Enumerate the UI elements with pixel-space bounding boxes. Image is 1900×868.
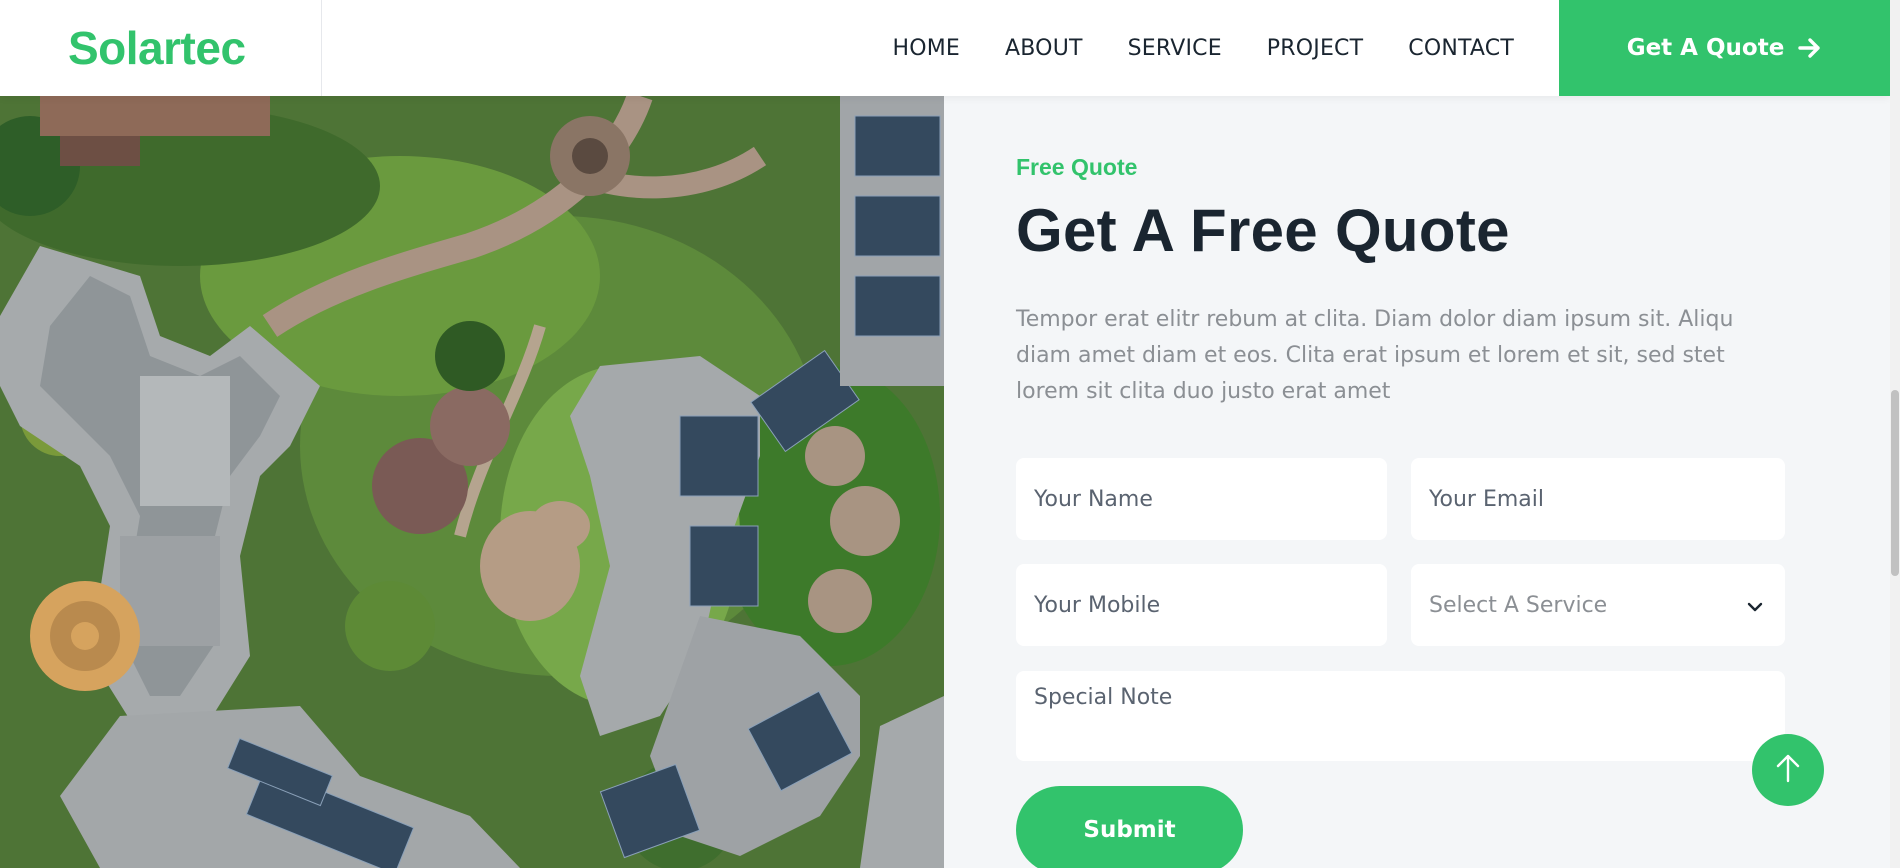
chevron-down-icon	[1747, 593, 1763, 618]
submit-button[interactable]: Submit	[1016, 786, 1243, 868]
special-note-textarea[interactable]	[1016, 671, 1785, 761]
get-a-quote-label: Get A Quote	[1626, 35, 1785, 61]
service-select-value: Select A Service	[1429, 592, 1608, 618]
nav-about[interactable]: ABOUT	[1005, 36, 1083, 61]
arrow-right-icon	[1798, 37, 1822, 59]
nav-service[interactable]: SERVICE	[1128, 36, 1222, 61]
name-input[interactable]	[1016, 458, 1387, 540]
section-eyebrow: Free Quote	[1016, 154, 1138, 180]
back-to-top-button[interactable]	[1752, 734, 1824, 806]
top-navbar: Solartec HOME ABOUT SERVICE PROJECT CONT…	[0, 0, 1890, 96]
nav-project[interactable]: PROJECT	[1267, 36, 1363, 61]
service-select[interactable]: Select A Service	[1411, 564, 1785, 646]
arrow-up-icon	[1775, 753, 1801, 788]
brand-container: Solartec	[0, 0, 322, 96]
aerial-photo	[0, 96, 944, 868]
aerial-photo-illustration	[0, 96, 944, 868]
section-description: Tempor erat elitr rebum at clita. Diam d…	[1016, 307, 1734, 404]
get-a-quote-button[interactable]: Get A Quote	[1559, 0, 1890, 96]
nav-contact[interactable]: CONTACT	[1408, 36, 1514, 61]
nav-home[interactable]: HOME	[892, 36, 960, 61]
free-quote-section: Free Quote Get A Free Quote Tempor erat …	[944, 96, 1890, 868]
section-title: Get A Free Quote	[1016, 197, 1510, 264]
brand-logo[interactable]: Solartec	[68, 21, 246, 75]
page-scrollbar[interactable]	[1890, 0, 1900, 868]
mobile-input[interactable]	[1016, 564, 1387, 646]
email-input[interactable]	[1411, 458, 1785, 540]
scrollbar-thumb[interactable]	[1891, 390, 1899, 576]
nav-menu: HOME ABOUT SERVICE PROJECT CONTACT	[322, 0, 1559, 96]
